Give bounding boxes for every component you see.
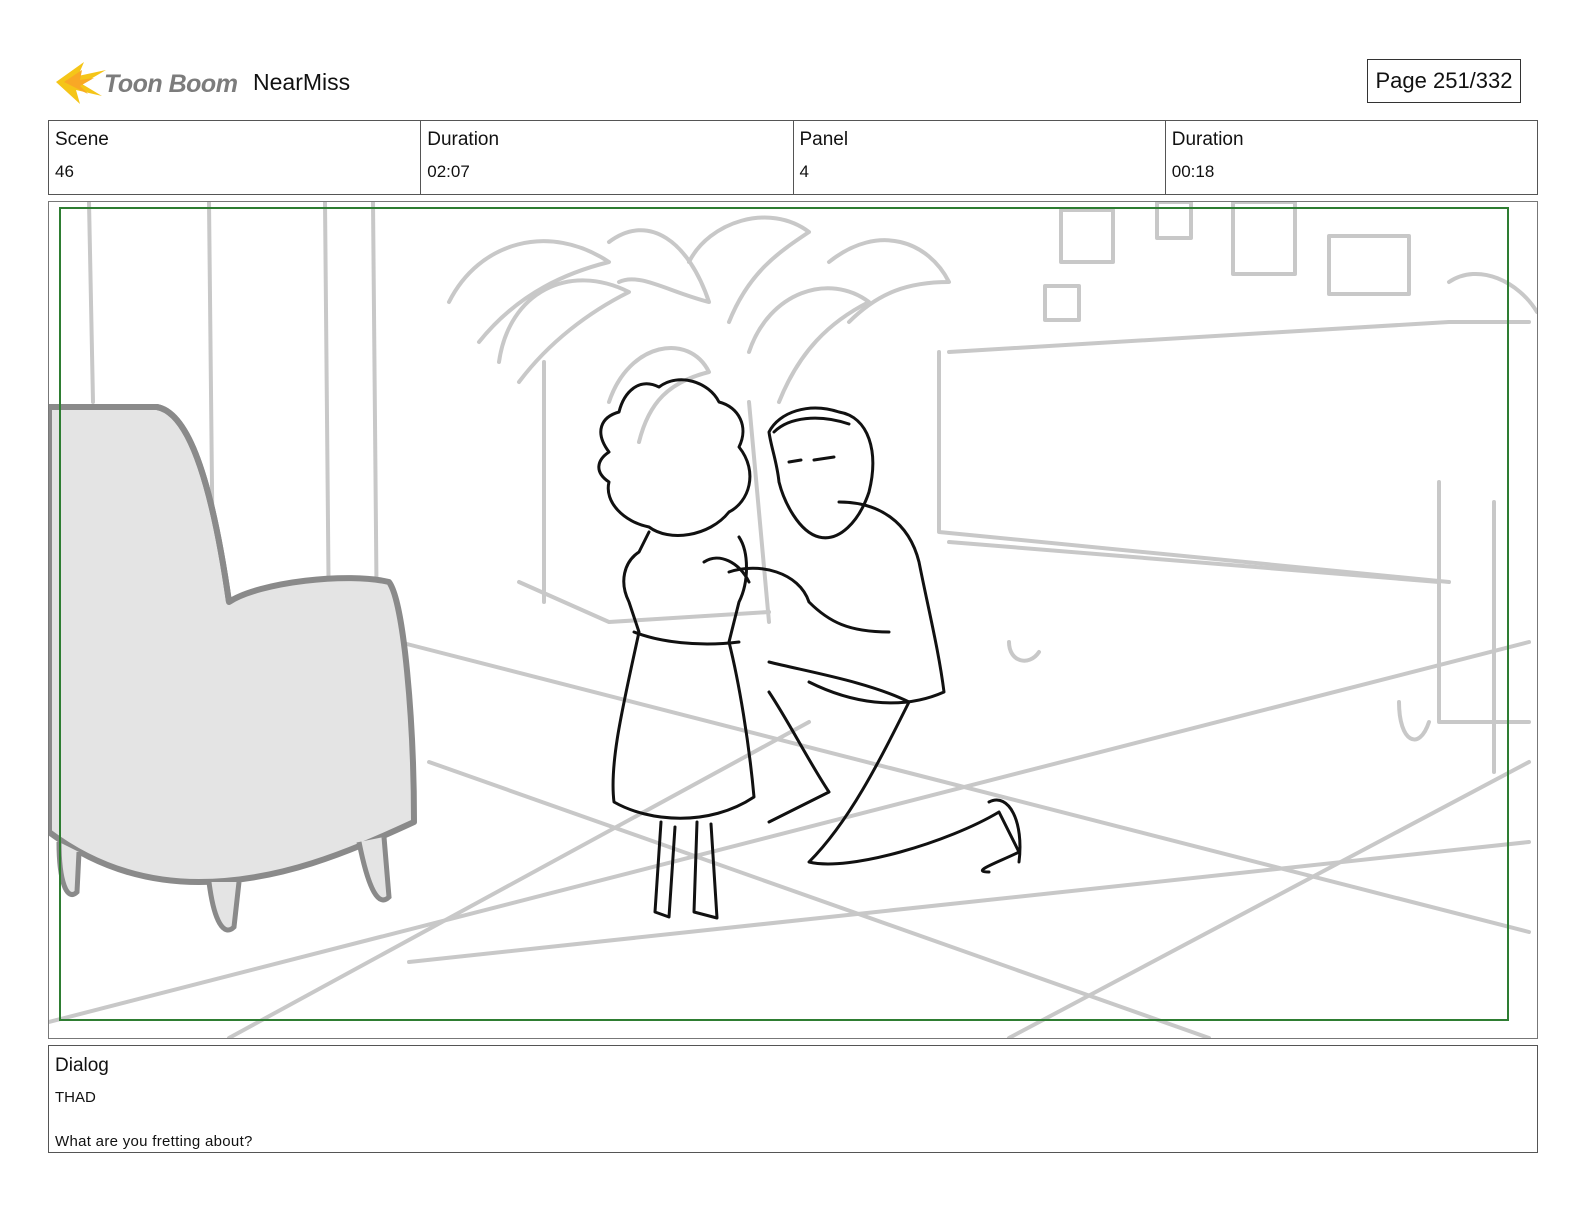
sketch-drawing bbox=[49, 202, 1537, 1038]
scene-duration-label: Duration bbox=[427, 129, 500, 150]
page-indicator: Page 251/332 bbox=[1367, 59, 1521, 103]
characters-sketch bbox=[597, 378, 1022, 920]
flame-icon bbox=[56, 62, 106, 104]
dialog-box: Dialog THAD What are you fretting about? bbox=[48, 1045, 1538, 1153]
project-title: NearMiss bbox=[253, 69, 351, 95]
scene-duration-cell: Duration 02:07 bbox=[421, 121, 794, 194]
dialog-line: What are you fretting about? bbox=[55, 1133, 253, 1150]
scene-cell: Scene 46 bbox=[49, 121, 422, 194]
armchair-sketch bbox=[49, 404, 417, 933]
panel-cell: Panel 4 bbox=[794, 121, 1166, 194]
scene-label: Scene bbox=[55, 129, 109, 150]
toon-boom-logo: Toon Boom bbox=[50, 56, 240, 108]
scene-info-table: Scene 46 Duration 02:07 Panel 4 Duration… bbox=[48, 120, 1538, 195]
panel-value: 4 bbox=[799, 162, 809, 181]
scene-duration-value: 02:07 bbox=[427, 162, 470, 181]
panel-duration-label: Duration bbox=[1171, 129, 1244, 150]
storyboard-panel-image bbox=[48, 201, 1538, 1039]
scene-value: 46 bbox=[55, 162, 74, 181]
storyboard-header: Toon Boom NearMiss Page 251/332 bbox=[50, 52, 1540, 112]
panel-label: Panel bbox=[799, 129, 849, 150]
logo-text: Toon Boom bbox=[104, 70, 238, 98]
dialog-label: Dialog bbox=[55, 1055, 109, 1076]
dialog-speaker: THAD bbox=[55, 1089, 96, 1106]
panel-duration-cell: Duration 00:18 bbox=[1166, 121, 1537, 194]
panel-duration-value: 00:18 bbox=[1171, 162, 1215, 181]
